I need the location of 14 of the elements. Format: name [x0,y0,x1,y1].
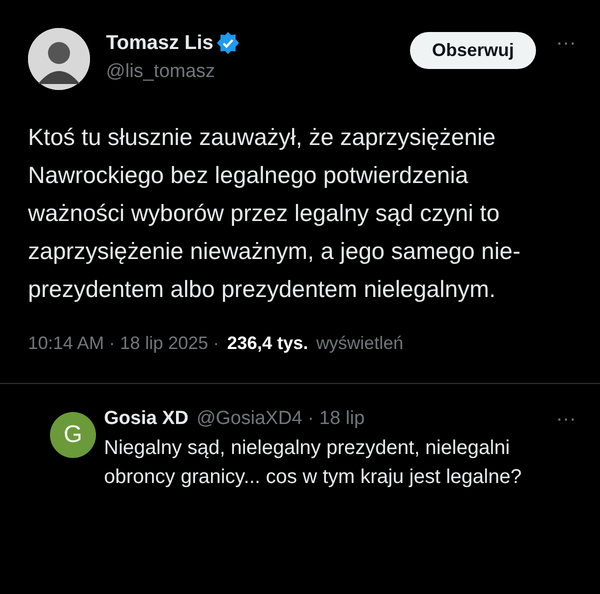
timestamp[interactable]: 10:14 AM · 18 lip 2025 · [28,330,220,357]
avatar[interactable] [28,28,90,90]
reply-text: Niegalny sąd, nielegalny prezydent, nielegalni obroncy granicy... cos w tym kraju jest legalne? [104,436,523,490]
more-button[interactable]: ··· [552,28,580,58]
views-label: wyświetleń [316,332,404,355]
tweet-text: Ktoś tu słusznie zauważył, że zaprzysiężenie Nawrockiego bez legalnego potwierdzenia ważności wyborów przez legalny sąd czyni to zaprzysiężenie nieważnym, a jego samego nie- prezydentem albo prezydentem nielegalnym. [27,123,522,304]
reply-author-name[interactable]: Gosia XD [104,404,188,434]
reply-handle-date[interactable]: @GosiaXD4 · 18 lip [196,404,365,434]
view-count: 236,4 tys. [227,332,308,355]
author-name[interactable]: Tomasz Lis [106,28,214,58]
more-button[interactable]: ··· [552,404,580,434]
reply-avatar[interactable]: G [50,412,96,458]
follow-button[interactable]: Obserwuj [410,32,536,69]
author-handle[interactable]: @lis_tomasz [106,58,410,86]
